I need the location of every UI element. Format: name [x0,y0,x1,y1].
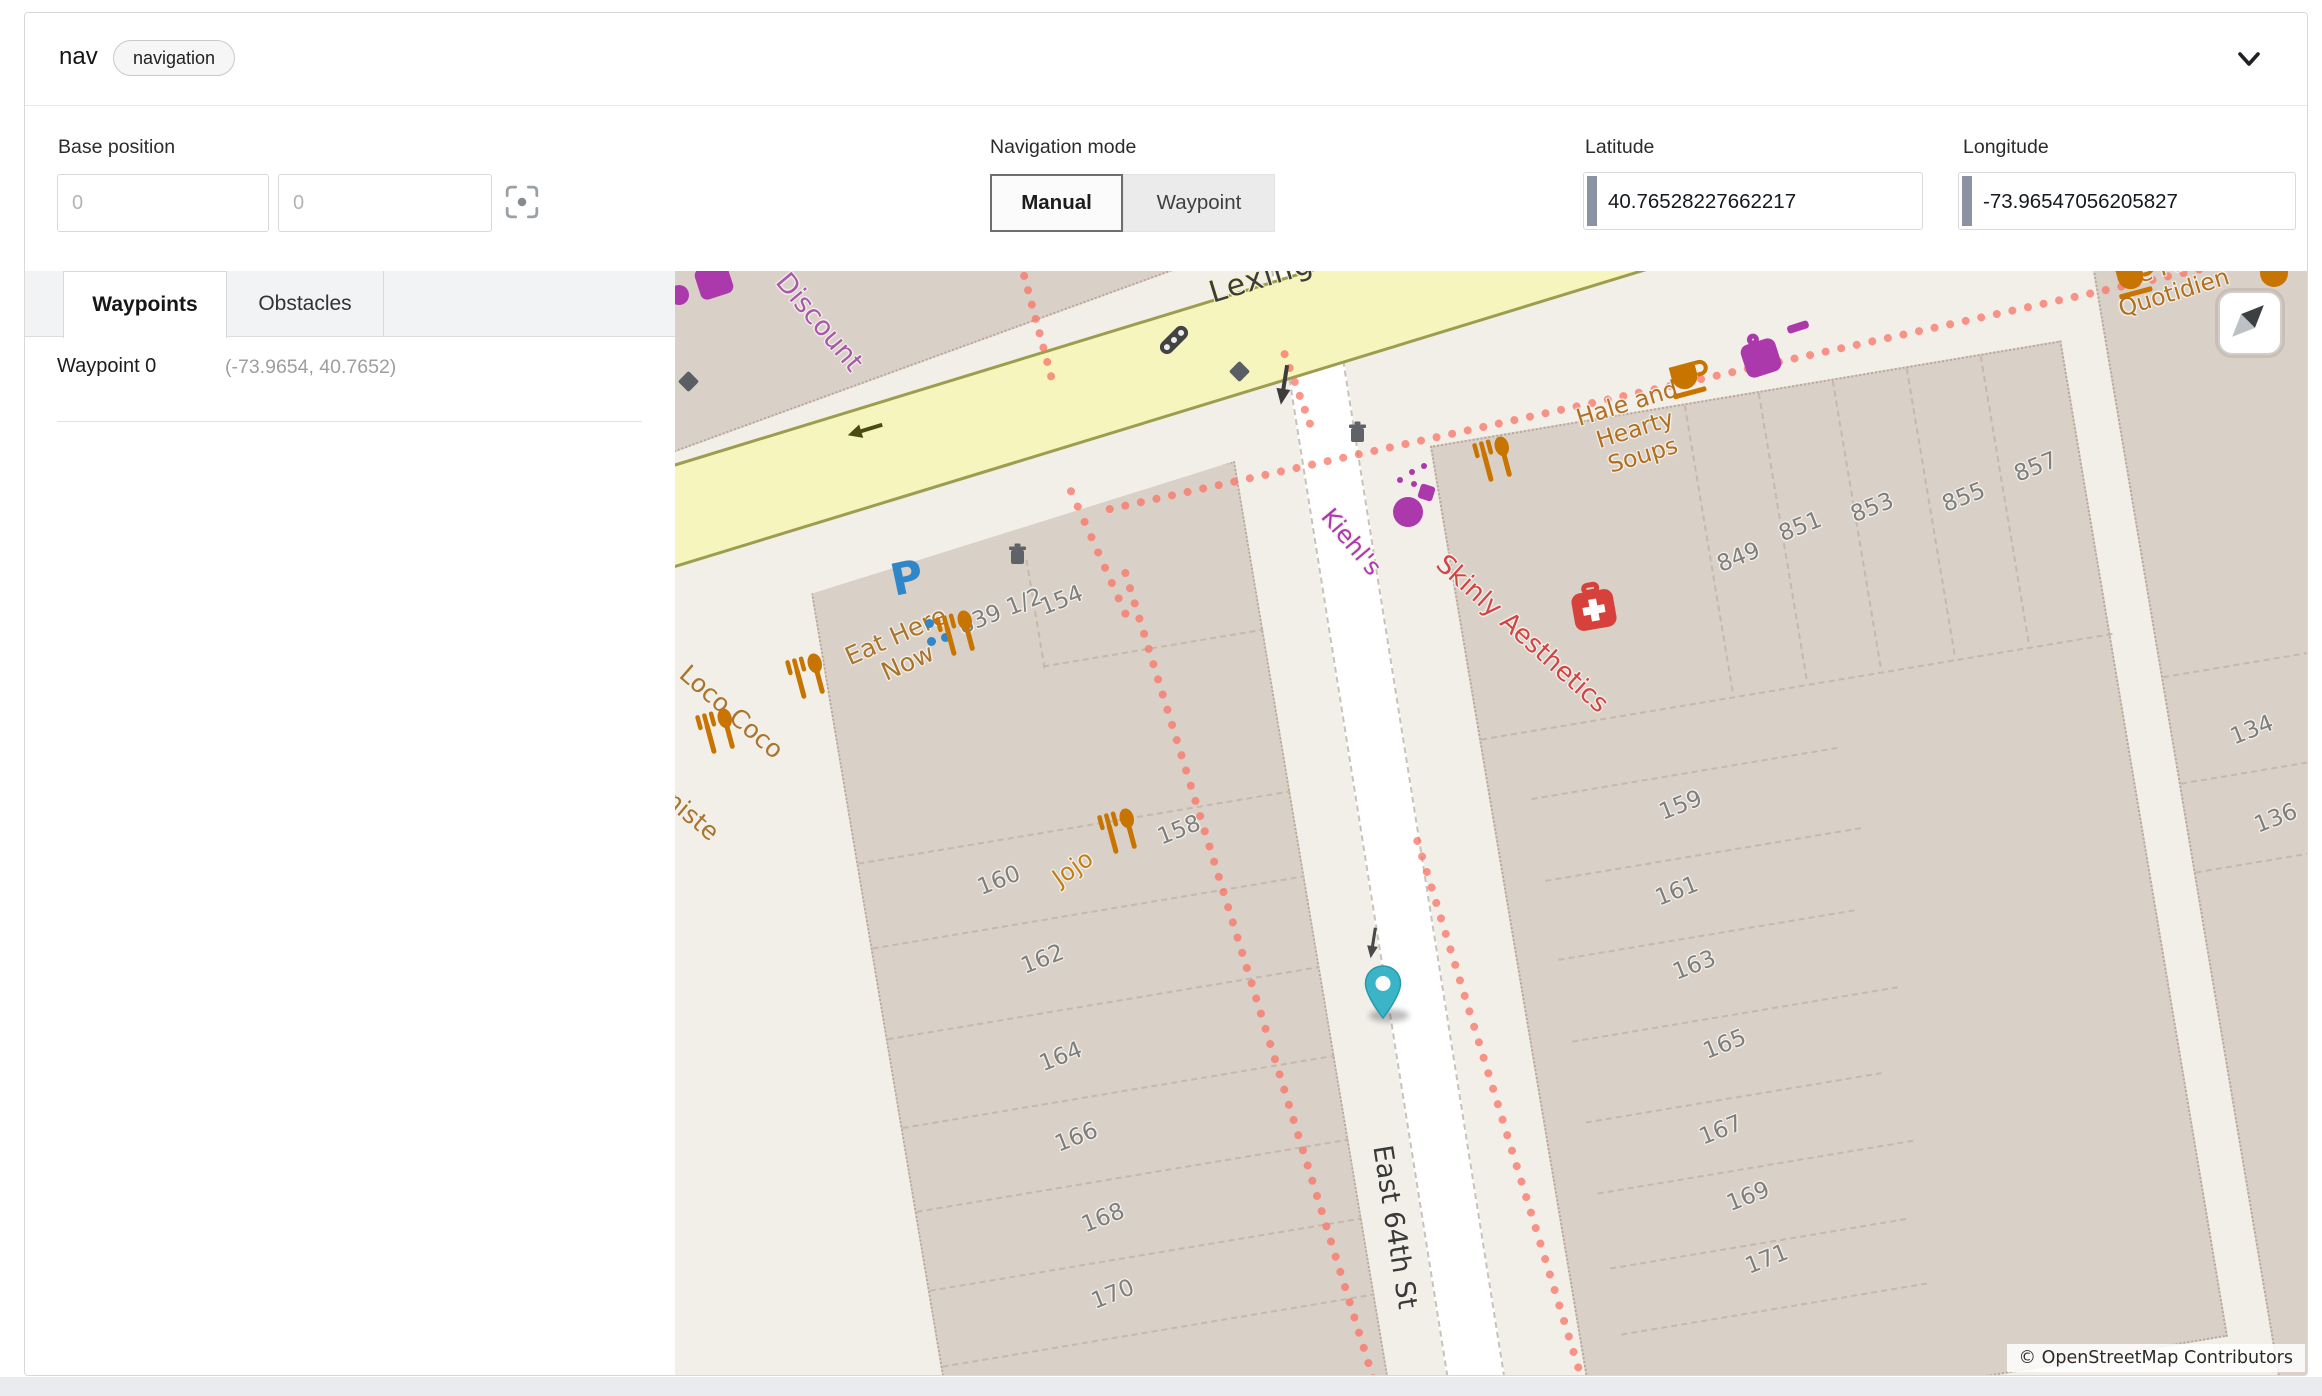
shop-icon [1786,320,1809,334]
lot-line [1545,827,1861,882]
house-number: 164 [1036,1037,1086,1077]
house-number: 853 [1847,488,1897,528]
tab-divider [383,271,384,336]
house-number: 855 [1939,477,1989,517]
longitude-label: Longitude [1963,136,2049,159]
house-number: 170 [1088,1274,1138,1314]
waste-basket-icon [1007,543,1028,566]
tab-obstacles[interactable]: Obstacles [227,271,383,337]
navigation-mode-label: Navigation mode [990,136,1136,159]
row-divider [57,421,642,422]
house-number: 161 [1652,871,1702,911]
panel-header: nav navigation [25,13,2307,106]
cosmetics-icon [1417,483,1436,502]
chevron-down-icon [2231,41,2267,77]
house-number: 167 [1696,1110,1746,1150]
longitude-field [1958,172,2296,230]
healthcare-icon [1570,588,1618,633]
lot-line [942,1293,1376,1368]
crosshair-icon [504,184,540,220]
cosmetics-icon [1393,497,1423,527]
latitude-field [1583,172,1923,230]
spray-dot-icon [1397,477,1403,483]
house-number: 154 [1036,580,1086,620]
base-position-x-input[interactable] [57,174,269,232]
house-number: 169 [1723,1177,1773,1217]
compass-button[interactable] [2218,291,2282,355]
mode-manual-button[interactable]: Manual [990,174,1123,232]
lot-line [2181,745,2307,785]
house-number: 168 [1078,1198,1128,1238]
controls-row: Base position Navigation mode Manual Way… [25,106,2307,271]
sidebar: Waypoints Obstacles Waypoint 0 (-73.9654… [25,271,675,1375]
cafe-icon [1662,352,1715,404]
spray-dot-icon [1411,481,1417,487]
navigation-panel: nav navigation Base position Navigation … [24,12,2308,1376]
number-drag-handle[interactable] [1587,176,1597,226]
lot-line [2163,640,2307,678]
lot-line [2196,832,2307,874]
house-number: 166 [1051,1117,1101,1157]
base-position-label: Base position [58,136,175,159]
place-label-botaniste: taniste [675,769,725,847]
map-canvas[interactable]: 839 1/2 154 158 160 162 164 166 168 170 [675,271,2307,1375]
compass-needle-icon [2220,293,2276,349]
spray-dot-icon [1421,463,1427,469]
mode-waypoint-button[interactable]: Waypoint [1123,174,1275,232]
house-number: 851 [1775,507,1825,547]
latitude-input[interactable] [1606,173,1922,231]
navigation-badge: navigation [113,40,235,76]
content-area: Waypoints Obstacles Waypoint 0 (-73.9654… [25,271,2307,1375]
tab-waypoints[interactable]: Waypoints [63,271,227,338]
lot-line [1621,1282,1927,1335]
collapse-panel-button[interactable] [2231,41,2267,77]
waypoint-name: Waypoint 0 [57,355,156,378]
house-number: 159 [1656,785,1706,825]
pick-base-position-button[interactable] [503,184,541,222]
waypoint-coordinates: (-73.9654, 40.7652) [225,356,396,379]
map-building: 849 851 853 855 857 159 161 163 165 167 … [1430,340,2228,1375]
house-number: 160 [974,861,1024,901]
house-number: 857 [2011,447,2061,487]
house-number: 165 [1700,1024,1750,1064]
map-attribution: © OpenStreetMap Contributors [2007,1344,2306,1372]
house-number: 163 [1669,945,1719,985]
waste-basket-icon [1347,421,1368,444]
house-number: 134 [2227,710,2277,750]
house-number: 136 [2251,798,2301,838]
panel-title: nav [59,43,98,71]
house-number: 849 [1713,537,1763,577]
map-marker-icon[interactable] [1363,965,1403,1019]
page-bottom-strip [0,1377,2322,1396]
number-drag-handle[interactable] [1962,176,1972,226]
latitude-label: Latitude [1585,136,1654,159]
longitude-input[interactable] [1981,173,2295,231]
lot-line [930,1217,1364,1292]
tab-bar: Waypoints Obstacles [25,271,675,337]
spray-dot-icon [1409,469,1415,475]
lot-line [902,1054,1336,1129]
house-number: 162 [1017,939,1067,979]
map-building: 839 1/2 154 158 160 162 164 166 168 170 [801,461,1388,1375]
base-position-y-input[interactable] [278,174,492,232]
lot-line [916,1138,1350,1213]
